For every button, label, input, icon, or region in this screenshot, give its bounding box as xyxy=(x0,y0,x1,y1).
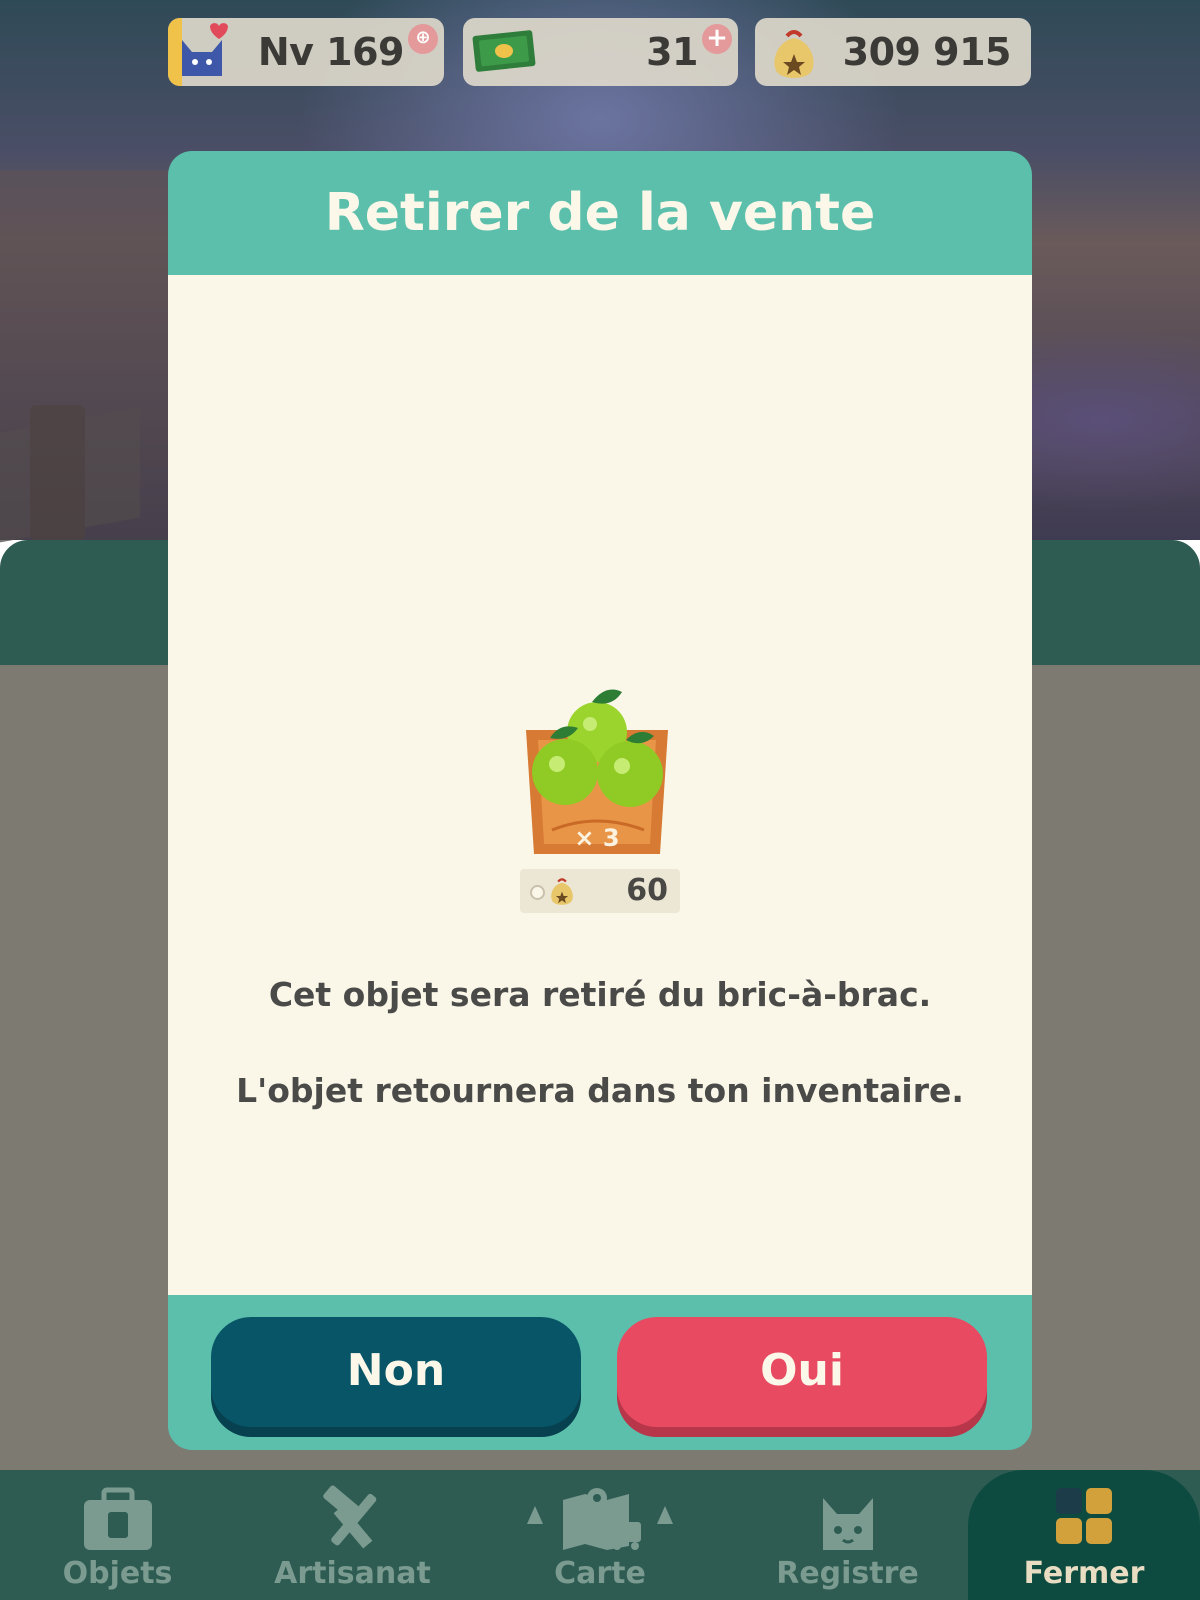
remove-from-sale-dialog: Retirer de la vente × 3 60 Cet objet ser… xyxy=(168,151,1032,1450)
nav-item-fermer[interactable]: Fermer xyxy=(968,1470,1200,1600)
bell-bag-icon xyxy=(551,878,573,905)
grid-icon xyxy=(1056,1488,1112,1544)
hammer-saw-icon xyxy=(322,1485,376,1549)
nav-label-registre: Registre xyxy=(776,1556,919,1591)
item-price: 60 xyxy=(626,873,668,908)
cat-icon xyxy=(822,1498,873,1550)
nav-item-objets[interactable]: Objets xyxy=(0,1470,235,1600)
map-icon xyxy=(527,1488,673,1550)
add-tickets-button[interactable]: + xyxy=(702,24,732,54)
zoom-icon[interactable]: ⊕ xyxy=(408,24,438,54)
level-text: Nv 169 xyxy=(257,30,405,74)
leaf-ticket-counter[interactable]: 31 + xyxy=(463,18,738,86)
bag-icon xyxy=(83,1487,152,1550)
dialog-title: Retirer de la vente xyxy=(324,183,876,243)
bells-counter: 309 915 xyxy=(755,18,1031,86)
nav-label-fermer: Fermer xyxy=(1023,1556,1145,1591)
bells-amount: 309 915 xyxy=(842,30,1012,74)
scene-table xyxy=(0,407,140,543)
tag-hole xyxy=(530,885,545,900)
cat-avatar-icon xyxy=(182,23,228,76)
nav-item-carte[interactable]: Carte xyxy=(470,1470,730,1600)
item-quantity: × 3 xyxy=(574,824,619,852)
yes-button[interactable]: Oui xyxy=(617,1317,987,1427)
nav-item-artisanat[interactable]: Artisanat xyxy=(235,1470,470,1600)
dialog-body: × 3 60 Cet objet sera retiré du bric-à-b… xyxy=(168,275,1032,1295)
fruit-basket-icon: × 3 xyxy=(526,689,668,854)
no-button[interactable]: Non xyxy=(211,1317,581,1427)
nav-label-artisanat: Artisanat xyxy=(274,1556,431,1591)
message-line-1: Cet objet sera retiré du bric-à-brac. xyxy=(268,975,932,1014)
tickets-count: 31 xyxy=(646,30,698,74)
level-indicator[interactable]: Nv 169 ⊕ xyxy=(168,18,444,86)
nav-item-registre[interactable]: Registre xyxy=(730,1470,965,1600)
price-tag: 60 xyxy=(520,869,680,913)
nav-label-carte: Carte xyxy=(554,1556,646,1591)
message-line-2: L'objet retournera dans ton inventaire. xyxy=(236,1071,964,1110)
leaf-ticket-icon xyxy=(472,30,536,72)
bell-bag-icon xyxy=(774,30,814,78)
nav-label-objets: Objets xyxy=(62,1556,173,1591)
scene-post xyxy=(30,405,85,540)
bottom-nav: Objets Artisanat Carte Registre Fermer xyxy=(0,1470,1200,1600)
